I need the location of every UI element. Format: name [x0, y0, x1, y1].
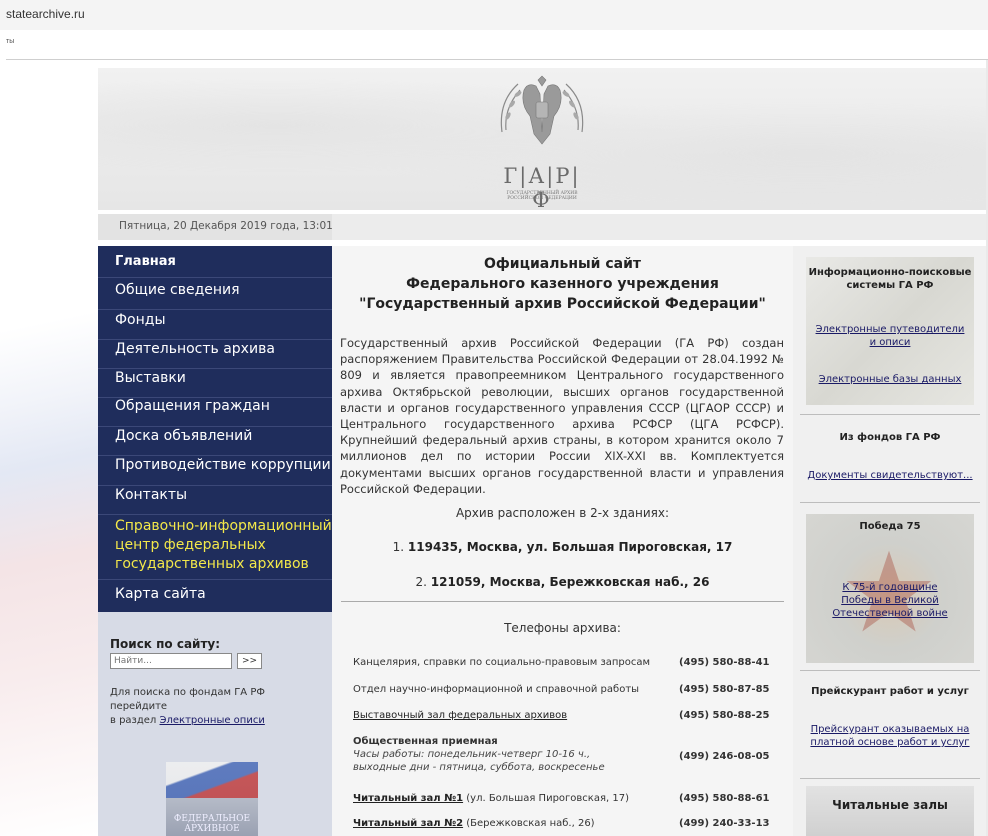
- phone-number-reading-room-2: (499) 240-33-13: [679, 818, 770, 829]
- from-funds-title: Из фондов ГА РФ: [839, 432, 941, 443]
- main-navigation: Главная Общие сведения Фонды Деятельност…: [98, 246, 332, 612]
- buildings-intro: Архив расположен в 2-х зданиях:: [455, 506, 670, 520]
- nav-item-general-info[interactable]: Общие сведения: [98, 282, 332, 310]
- nav-item-exhibitions[interactable]: Выставки: [98, 370, 332, 398]
- browser-subtitle: ты: [6, 38, 15, 45]
- building-2: 2. 121059, Москва, Бережковская наб., 26: [415, 575, 710, 589]
- search-title: Поиск по сайту:: [110, 637, 221, 651]
- nav-item-announcements[interactable]: Доска объявлений: [98, 428, 332, 456]
- nav-item-activity[interactable]: Деятельность архива: [98, 341, 332, 369]
- intro-text: Государственный архив Российской Федерац…: [340, 336, 784, 496]
- phone-label-exhibition-hall: Выставочный зал федеральных архивов: [353, 710, 567, 721]
- reading-room-2-link[interactable]: Читальный зал №2: [353, 818, 463, 829]
- reading-rooms-title: Читальные залы: [832, 798, 948, 812]
- date-bar: Пятница, 20 Декабря 2019 года, 13:01: [98, 214, 986, 240]
- phone-number-reference-dept: (495) 580-87-85: [679, 684, 770, 695]
- nav-item-appeals[interactable]: Обращения граждан: [98, 398, 332, 427]
- electronic-inventories-link[interactable]: Электронные описи: [160, 715, 265, 726]
- flag-background: [0, 60, 98, 836]
- search-input[interactable]: [110, 653, 232, 669]
- phone-label-reference-dept: Отдел научно-информационной и справочной…: [353, 684, 640, 695]
- page-title-line1: Официальный сайт: [483, 256, 642, 272]
- info-systems-title: Информационно-поисковые системы ГА РФ: [808, 267, 972, 291]
- documents-testify-link[interactable]: Документы свидетельствуют...: [806, 469, 974, 482]
- nav-item-home[interactable]: Главная: [98, 254, 332, 278]
- nav-item-funds[interactable]: Фонды: [98, 312, 332, 340]
- nav-item-contacts[interactable]: Контакты: [98, 487, 332, 515]
- page-title-line2: Федерального казенного учреждения: [406, 276, 719, 292]
- sidebar-divider: [800, 670, 980, 671]
- reading-room-1-link[interactable]: Читальный зал №1: [353, 793, 463, 804]
- nav-item-anticorruption[interactable]: Противодействие коррупции: [98, 457, 332, 486]
- phone-label-reading-room-2: Читальный зал №2 (Бережковская наб., 26): [353, 818, 595, 829]
- page-title-line3: "Государственный архив Российской Федера…: [359, 296, 766, 312]
- phone-number-chancellery: (495) 580-88-41: [679, 657, 770, 668]
- logo-subtitle: ГОСУДАРСТВЕННЫЙ АРХИВ РОССИЙСКОЙ ФЕДЕРАЦ…: [506, 191, 578, 201]
- nav-item-reference-center[interactable]: Справочно-информационный центр федеральн…: [98, 516, 332, 580]
- site-header: Г|А|Р|Ф ГОСУДАРСТВЕННЫЙ АРХИВ РОССИЙСКОЙ…: [98, 68, 986, 210]
- price-list-title: Прейскурант работ и услуг: [811, 686, 969, 697]
- current-date: Пятница, 20 Декабря 2019 года, 13:01: [119, 220, 333, 232]
- gарф-logo-letters: Г|А|Р|Ф: [503, 164, 581, 210]
- search-hint: Для поиска по фондам ГА РФ перейдите в р…: [110, 687, 265, 726]
- coat-of-arms-icon: [500, 75, 584, 145]
- phone-number-reading-room-1: (495) 580-88-61: [679, 793, 770, 804]
- content-divider: [341, 601, 784, 602]
- phone-number-exhibition-hall: (495) 580-88-25: [679, 710, 770, 721]
- phone-label-reading-room-1: Читальный зал №1 (ул. Большая Пироговска…: [353, 793, 629, 804]
- browser-address-bar: [0, 0, 988, 30]
- sidebar-divider: [800, 778, 980, 779]
- phone-number-reception: (499) 246-08-05: [679, 751, 770, 762]
- sidebar-divider: [800, 414, 980, 415]
- phone-label-chancellery: Канцелярия, справки по социально-правовы…: [353, 657, 651, 668]
- building-1: 1. 119435, Москва, ул. Большая Пироговск…: [392, 540, 733, 554]
- nav-item-sitemap[interactable]: Карта сайта: [98, 586, 332, 610]
- sidebar-divider: [800, 502, 980, 503]
- phone-label-reception: Общественная приемная Часы работы: понед…: [353, 736, 605, 773]
- exhibition-hall-link[interactable]: Выставочный зал федеральных архивов: [353, 710, 567, 721]
- victory-75-title: Победа 75: [859, 521, 921, 532]
- search-button[interactable]: >>: [237, 653, 262, 669]
- victory-anniversary-link[interactable]: К 75-й годовщине Победы в Великой Отечес…: [806, 581, 974, 620]
- phones-title: Телефоны архива:: [504, 621, 621, 635]
- electronic-databases-link[interactable]: Электронные базы данных: [806, 373, 974, 386]
- price-list-link[interactable]: Прейскурант оказываемых на платной основ…: [806, 723, 974, 749]
- electronic-guides-link[interactable]: Электронные путеводители и описи: [806, 323, 974, 349]
- browser-divider: [6, 59, 988, 60]
- browser-url[interactable]: statearchive.ru: [6, 7, 85, 21]
- federal-archive-logo[interactable]: ФЕДЕРАЛЬНОЕ АРХИВНОЕ: [166, 762, 258, 836]
